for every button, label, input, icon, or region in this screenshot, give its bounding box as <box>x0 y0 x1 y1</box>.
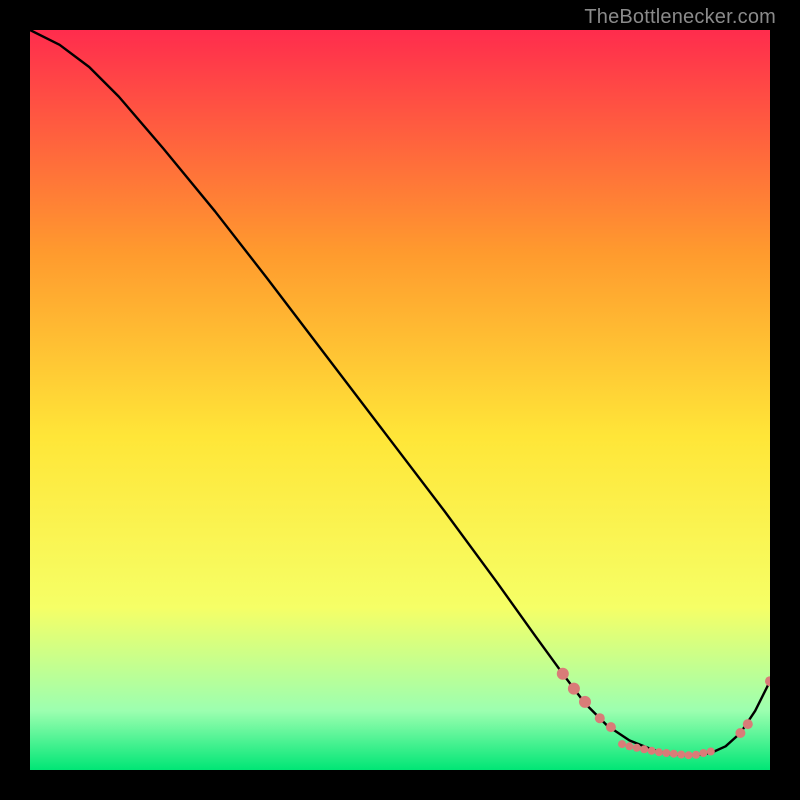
gradient-background <box>30 30 770 770</box>
data-marker <box>670 750 678 758</box>
data-marker <box>625 742 633 750</box>
data-marker <box>692 751 700 759</box>
data-marker <box>655 748 663 756</box>
data-marker <box>735 728 745 738</box>
chart-stage: TheBottlenecker.com <box>0 0 800 800</box>
data-marker <box>633 744 641 752</box>
data-marker <box>677 751 685 759</box>
data-marker <box>743 719 753 729</box>
data-marker <box>699 749 707 757</box>
data-marker <box>648 747 656 755</box>
data-marker <box>685 751 693 759</box>
plot-area <box>30 30 770 770</box>
data-marker <box>662 749 670 757</box>
data-marker <box>606 722 616 732</box>
data-marker <box>707 748 715 756</box>
bottleneck-chart <box>30 30 770 770</box>
attribution-label: TheBottlenecker.com <box>584 6 776 29</box>
data-marker <box>640 745 648 753</box>
data-marker <box>595 713 605 723</box>
data-marker <box>618 740 626 748</box>
data-marker <box>557 668 569 680</box>
data-marker <box>568 683 580 695</box>
data-marker <box>579 696 591 708</box>
